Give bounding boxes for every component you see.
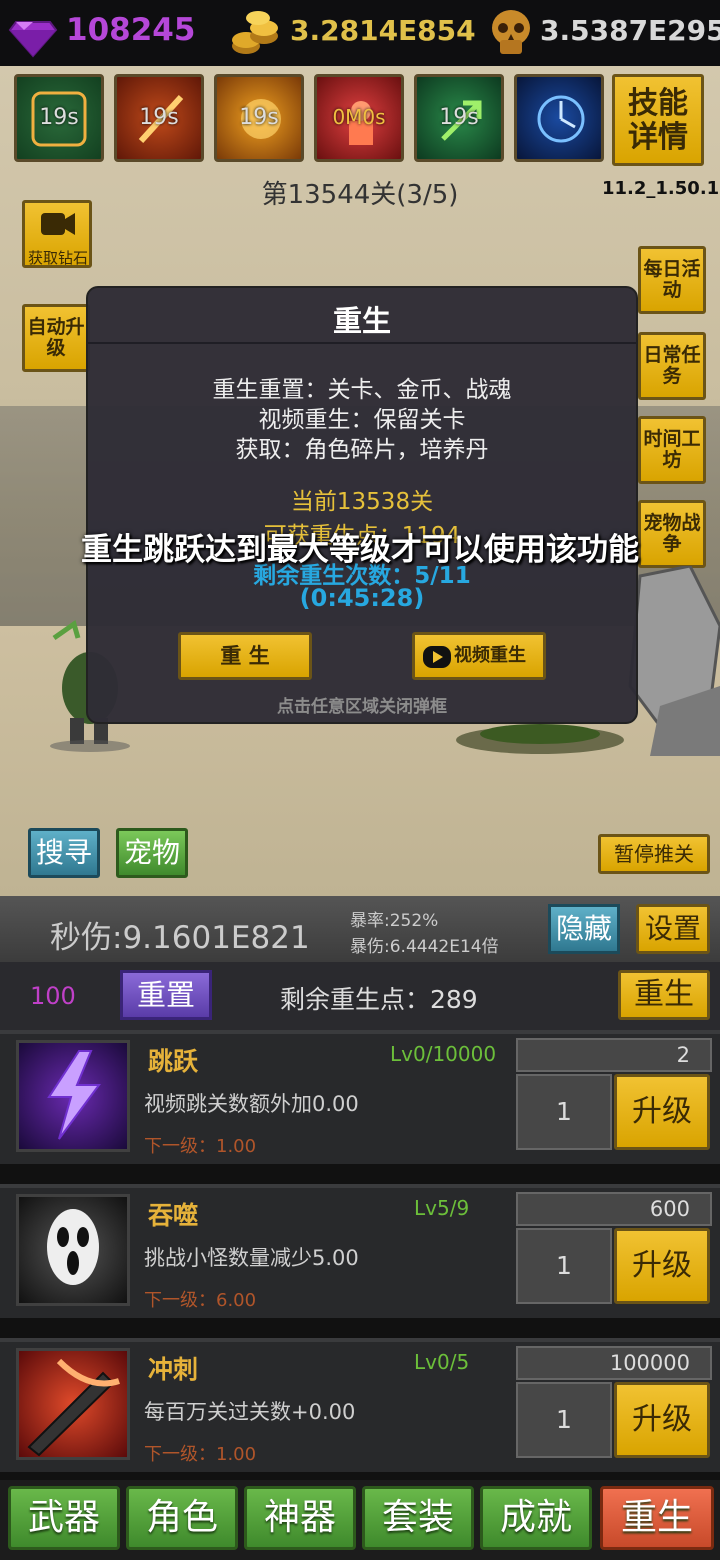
upgrade-button[interactable]: 升级 [614,1074,710,1150]
upgrade-name: 吞噬 [148,1201,199,1230]
skill-cooldown: 19s [39,105,79,130]
upgrade-button[interactable]: 升级 [614,1382,710,1458]
pet-button[interactable]: 宠物 [116,828,188,878]
crit-damage-label: 暴伤:6.4442E14倍 [350,937,499,957]
skill-cooldown: 19s [139,105,179,130]
ghost-mask-icon [47,1209,99,1285]
upgrade-desc: 视频跳关数额外加0.00 [144,1092,359,1116]
upgrade-card-dash: 冲刺 Lv0/5 每百万关过关数+0.00 下一级：1.00 100000 1 … [0,1338,720,1472]
auto-upgrade-button[interactable]: 自动升级 [22,304,90,372]
rebirth-points-bar: 100 重置 剩余重生点：289 重生 [0,962,720,1030]
toast-message: 重生跳跃达到最大等级才可以使用该功能 [81,532,639,568]
time-workshop-button[interactable]: 时间工坊 [638,416,706,484]
video-rebirth-info: 视频重生：保留关卡 [258,407,466,433]
gold-count: 3.2814E854 [290,14,476,47]
skill-cooldown: 19s [439,105,479,130]
upgrade-next: 下一级：1.00 [144,1136,257,1157]
current-stage-info: 当前13538关 [290,489,434,515]
diamond-count: 108245 [66,12,196,48]
skill-3-button[interactable]: 19s [214,74,304,162]
skill-5-button[interactable]: 19s [414,74,504,162]
resource-bar: 108245 3.2814E854 3.5387E295 [0,0,720,66]
get-diamond-button[interactable]: 获取钻石 [22,200,92,268]
skill-1-button[interactable]: 19s [14,74,104,162]
upgrade-level: Lv0/5 [414,1350,470,1374]
upgrade-level: Lv0/10000 [390,1042,497,1066]
gold-coins-icon [232,11,278,54]
upgrade-button[interactable]: 升级 [614,1228,710,1304]
skill-2-button[interactable]: 19s [114,74,204,162]
rebirth-tab-button[interactable]: 重生 [618,970,710,1020]
bottom-nav: 武器 角色 神器 套装 成就 重生 [0,1480,720,1560]
crit-rate-label: 暴率:252% [350,911,439,931]
video-rebirth-label: 视频重生 [454,645,526,666]
remaining-points-label: 剩余重生点：289 [280,985,478,1014]
upgrade-icon-frame [16,1348,130,1460]
hide-button[interactable]: 隐藏 [548,904,620,954]
skill-6-button[interactable] [514,74,604,162]
settings-button[interactable]: 设置 [636,904,710,954]
upgrade-next: 下一级：1.00 [144,1444,257,1465]
nav-artifact[interactable]: 神器 [244,1486,356,1550]
daily-task-button[interactable]: 日常任务 [638,332,706,400]
video-play-icon [423,646,451,668]
skill-cooldown: 19s [239,105,279,130]
nav-weapon[interactable]: 武器 [8,1486,120,1550]
rebirth-timer: (0:45:28) [299,584,425,612]
flaming-sword-icon [27,1358,120,1457]
skill-details-button[interactable]: 技能详情 [612,74,704,166]
upgrade-cost: 100000 [516,1346,712,1380]
get-diamond-label: 获取钻石 [27,249,88,267]
upgrade-desc: 挑战小怪数量减少5.00 [144,1246,359,1270]
upgrade-quantity[interactable]: 1 [516,1074,612,1150]
nav-achievement[interactable]: 成就 [480,1486,592,1550]
rebirth-reward-info: 获取：角色碎片，培养丹 [235,437,489,463]
nav-rebirth[interactable]: 重生 [600,1486,714,1550]
dps-label: 秒伤:9.1601E821 [50,920,310,956]
upgrade-desc: 每百万关过关数+0.00 [144,1400,356,1424]
soul-count: 3.5387E295 [540,14,720,47]
upgrade-card-jump: 跳跃 Lv0/10000 视频跳关数额外加0.00 下一级：1.00 2 1 升… [0,1030,720,1164]
skill-cooldown: 0M0s [332,105,386,129]
upgrade-card-devour: 吞噬 Lv5/9 挑战小怪数量减少5.00 下一级：6.00 600 1 升级 [0,1184,720,1318]
purple-lightning-icon [47,1050,101,1140]
upgrade-cost: 2 [516,1038,712,1072]
video-rebirth-button[interactable]: 视频重生 [412,632,546,680]
upgrade-quantity[interactable]: 1 [516,1228,612,1304]
nav-character[interactable]: 角色 [126,1486,238,1550]
rebirth-count: 100 [30,982,76,1010]
blue-clock-skill-icon [537,95,585,143]
version-label: 11.2_1.50.1 [602,178,720,199]
dialog-divider [88,342,636,344]
upgrade-next: 下一级：6.00 [144,1290,257,1311]
video-camera-icon [41,213,75,235]
dialog-title: 重生 [332,304,391,338]
pause-advance-button[interactable]: 暂停推关 [598,834,710,874]
rebirth-dialog: 重生 重生重置：关卡、金币、战魂 视频重生：保留关卡 获取：角色碎片，培养丹 当… [86,286,638,724]
stats-bar: 秒伤:9.1601E821 暴率:252% 暴伤:6.4442E14倍 隐藏 设… [0,896,720,962]
rebirth-reset-info: 重生重置：关卡、金币、战魂 [212,377,512,403]
reset-button[interactable]: 重置 [120,970,212,1020]
upgrade-quantity[interactable]: 1 [516,1382,612,1458]
daily-event-button[interactable]: 每日活动 [638,246,706,314]
upgrade-level: Lv5/9 [414,1196,470,1220]
upgrade-icon-frame [16,1194,130,1306]
nav-set[interactable]: 套装 [362,1486,474,1550]
search-button[interactable]: 搜寻 [28,828,100,878]
close-hint: 点击任意区域关闭弹框 [277,697,447,717]
upgrade-name: 跳跃 [148,1047,199,1076]
upgrade-icon-frame [16,1040,130,1152]
upgrade-cost: 600 [516,1192,712,1226]
skull-icon [492,10,530,54]
rebirth-button[interactable]: 重 生 [178,632,312,680]
diamond-icon [8,21,58,58]
skill-4-button[interactable]: 0M0s [314,74,404,162]
upgrade-name: 冲刺 [148,1355,199,1384]
